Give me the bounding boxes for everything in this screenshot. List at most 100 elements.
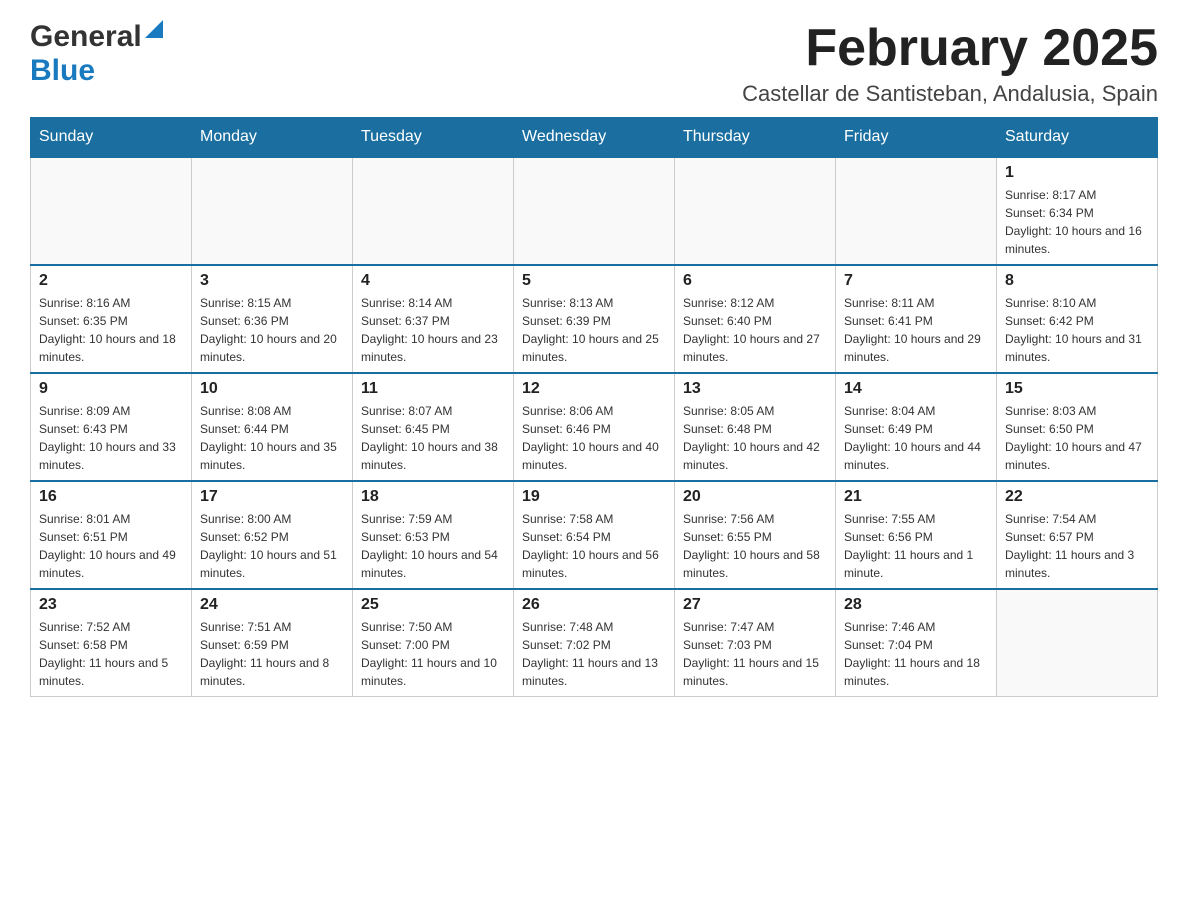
day-header-tuesday: Tuesday	[353, 118, 514, 158]
day-info: Sunrise: 8:14 AM Sunset: 6:37 PM Dayligh…	[361, 294, 505, 366]
day-info: Sunrise: 8:00 AM Sunset: 6:52 PM Dayligh…	[200, 510, 344, 582]
calendar-week-row: 16 Sunrise: 8:01 AM Sunset: 6:51 PM Dayli…	[31, 481, 1158, 589]
day-number: 16	[39, 488, 183, 506]
calendar-day-cell	[31, 157, 192, 265]
calendar-day-cell: 21 Sunrise: 7:55 AM Sunset: 6:56 PM Dayli…	[836, 481, 997, 589]
calendar-day-cell: 20 Sunrise: 7:56 AM Sunset: 6:55 PM Dayli…	[675, 481, 836, 589]
calendar-day-cell: 25Sunrise: 7:50 AM Sunset: 7:00 PM Dayli…	[353, 589, 514, 697]
day-number: 11	[361, 380, 505, 398]
day-number: 10	[200, 380, 344, 398]
day-info: Sunrise: 7:58 AM Sunset: 6:54 PM Dayligh…	[522, 510, 666, 582]
calendar-table: SundayMondayTuesdayWednesdayThursdayFrid…	[30, 117, 1158, 697]
day-number: 20	[683, 488, 827, 506]
day-number: 8	[1005, 272, 1149, 290]
calendar-day-cell: 9Sunrise: 8:09 AM Sunset: 6:43 PM Daylig…	[31, 373, 192, 481]
day-info: Sunrise: 8:17 AM Sunset: 6:34 PM Dayligh…	[1005, 186, 1149, 258]
day-number: 26	[522, 596, 666, 614]
day-number: 15	[1005, 380, 1149, 398]
calendar-day-cell	[997, 589, 1158, 697]
day-info: Sunrise: 7:55 AM Sunset: 6:56 PM Dayligh…	[844, 510, 988, 582]
calendar-day-cell: 7 Sunrise: 8:11 AM Sunset: 6:41 PM Daylig…	[836, 265, 997, 373]
day-header-saturday: Saturday	[997, 118, 1158, 158]
logo-triangle-icon	[145, 20, 163, 38]
calendar-week-row: 2Sunrise: 8:16 AM Sunset: 6:35 PM Daylig…	[31, 265, 1158, 373]
day-info: Sunrise: 7:56 AM Sunset: 6:55 PM Dayligh…	[683, 510, 827, 582]
day-info: Sunrise: 8:06 AM Sunset: 6:46 PM Dayligh…	[522, 402, 666, 474]
day-info: Sunrise: 8:10 AM Sunset: 6:42 PM Dayligh…	[1005, 294, 1149, 366]
page-header: General Blue February 2025 Castellar de …	[30, 20, 1158, 107]
calendar-day-cell: 3 Sunrise: 8:15 AM Sunset: 6:36 PM Daylig…	[192, 265, 353, 373]
calendar-day-cell: 10 Sunrise: 8:08 AM Sunset: 6:44 PM Dayli…	[192, 373, 353, 481]
logo-general-text: General	[30, 20, 142, 54]
logo: General Blue	[30, 20, 163, 88]
day-number: 5	[522, 272, 666, 290]
day-info: Sunrise: 7:52 AM Sunset: 6:58 PM Dayligh…	[39, 618, 183, 690]
day-info: Sunrise: 7:51 AM Sunset: 6:59 PM Dayligh…	[200, 618, 344, 690]
day-info: Sunrise: 8:13 AM Sunset: 6:39 PM Dayligh…	[522, 294, 666, 366]
day-info: Sunrise: 8:01 AM Sunset: 6:51 PM Dayligh…	[39, 510, 183, 582]
calendar-day-cell: 19Sunrise: 7:58 AM Sunset: 6:54 PM Dayli…	[514, 481, 675, 589]
day-info: Sunrise: 7:46 AM Sunset: 7:04 PM Dayligh…	[844, 618, 988, 690]
day-number: 1	[1005, 164, 1149, 182]
day-info: Sunrise: 7:54 AM Sunset: 6:57 PM Dayligh…	[1005, 510, 1149, 582]
day-number: 18	[361, 488, 505, 506]
day-info: Sunrise: 7:59 AM Sunset: 6:53 PM Dayligh…	[361, 510, 505, 582]
day-number: 3	[200, 272, 344, 290]
calendar-day-cell: 28 Sunrise: 7:46 AM Sunset: 7:04 PM Dayli…	[836, 589, 997, 697]
calendar-day-cell: 1 Sunrise: 8:17 AM Sunset: 6:34 PM Daylig…	[997, 157, 1158, 265]
calendar-day-cell: 16 Sunrise: 8:01 AM Sunset: 6:51 PM Dayli…	[31, 481, 192, 589]
day-info: Sunrise: 8:03 AM Sunset: 6:50 PM Dayligh…	[1005, 402, 1149, 474]
calendar-day-cell: 18 Sunrise: 7:59 AM Sunset: 6:53 PM Dayli…	[353, 481, 514, 589]
day-number: 21	[844, 488, 988, 506]
calendar-day-cell: 5 Sunrise: 8:13 AM Sunset: 6:39 PM Daylig…	[514, 265, 675, 373]
day-number: 17	[200, 488, 344, 506]
calendar-day-cell: 2Sunrise: 8:16 AM Sunset: 6:35 PM Daylig…	[31, 265, 192, 373]
title-block: February 2025 Castellar de Santisteban, …	[742, 20, 1158, 107]
day-number: 9	[39, 380, 183, 398]
day-info: Sunrise: 8:05 AM Sunset: 6:48 PM Dayligh…	[683, 402, 827, 474]
calendar-week-row: 9Sunrise: 8:09 AM Sunset: 6:43 PM Daylig…	[31, 373, 1158, 481]
day-number: 23	[39, 596, 183, 614]
day-header-wednesday: Wednesday	[514, 118, 675, 158]
day-number: 4	[361, 272, 505, 290]
day-info: Sunrise: 8:16 AM Sunset: 6:35 PM Dayligh…	[39, 294, 183, 366]
day-number: 24	[200, 596, 344, 614]
day-info: Sunrise: 7:48 AM Sunset: 7:02 PM Dayligh…	[522, 618, 666, 690]
calendar-day-cell: 11 Sunrise: 8:07 AM Sunset: 6:45 PM Dayli…	[353, 373, 514, 481]
day-info: Sunrise: 7:50 AM Sunset: 7:00 PM Dayligh…	[361, 618, 505, 690]
calendar-day-cell: 17 Sunrise: 8:00 AM Sunset: 6:52 PM Dayli…	[192, 481, 353, 589]
calendar-header-row: SundayMondayTuesdayWednesdayThursdayFrid…	[31, 118, 1158, 158]
calendar-day-cell	[514, 157, 675, 265]
day-number: 28	[844, 596, 988, 614]
day-info: Sunrise: 8:15 AM Sunset: 6:36 PM Dayligh…	[200, 294, 344, 366]
day-number: 6	[683, 272, 827, 290]
day-info: Sunrise: 8:11 AM Sunset: 6:41 PM Dayligh…	[844, 294, 988, 366]
calendar-day-cell: 14 Sunrise: 8:04 AM Sunset: 6:49 PM Dayli…	[836, 373, 997, 481]
logo-blue-text: Blue	[30, 54, 95, 88]
calendar-day-cell: 8 Sunrise: 8:10 AM Sunset: 6:42 PM Daylig…	[997, 265, 1158, 373]
day-number: 12	[522, 380, 666, 398]
calendar-day-cell: 6Sunrise: 8:12 AM Sunset: 6:40 PM Daylig…	[675, 265, 836, 373]
calendar-day-cell	[675, 157, 836, 265]
day-info: Sunrise: 8:07 AM Sunset: 6:45 PM Dayligh…	[361, 402, 505, 474]
day-number: 27	[683, 596, 827, 614]
calendar-day-cell	[353, 157, 514, 265]
month-title: February 2025	[742, 20, 1158, 77]
day-number: 14	[844, 380, 988, 398]
calendar-day-cell: 22 Sunrise: 7:54 AM Sunset: 6:57 PM Dayli…	[997, 481, 1158, 589]
day-header-sunday: Sunday	[31, 118, 192, 158]
calendar-day-cell: 26 Sunrise: 7:48 AM Sunset: 7:02 PM Dayli…	[514, 589, 675, 697]
day-info: Sunrise: 7:47 AM Sunset: 7:03 PM Dayligh…	[683, 618, 827, 690]
day-header-thursday: Thursday	[675, 118, 836, 158]
calendar-day-cell: 24 Sunrise: 7:51 AM Sunset: 6:59 PM Dayli…	[192, 589, 353, 697]
calendar-day-cell	[836, 157, 997, 265]
day-number: 7	[844, 272, 988, 290]
day-header-monday: Monday	[192, 118, 353, 158]
calendar-day-cell: 13Sunrise: 8:05 AM Sunset: 6:48 PM Dayli…	[675, 373, 836, 481]
day-info: Sunrise: 8:08 AM Sunset: 6:44 PM Dayligh…	[200, 402, 344, 474]
calendar-week-row: 23 Sunrise: 7:52 AM Sunset: 6:58 PM Dayli…	[31, 589, 1158, 697]
day-number: 22	[1005, 488, 1149, 506]
day-info: Sunrise: 8:04 AM Sunset: 6:49 PM Dayligh…	[844, 402, 988, 474]
calendar-day-cell: 15 Sunrise: 8:03 AM Sunset: 6:50 PM Dayli…	[997, 373, 1158, 481]
location-title: Castellar de Santisteban, Andalusia, Spa…	[742, 81, 1158, 107]
